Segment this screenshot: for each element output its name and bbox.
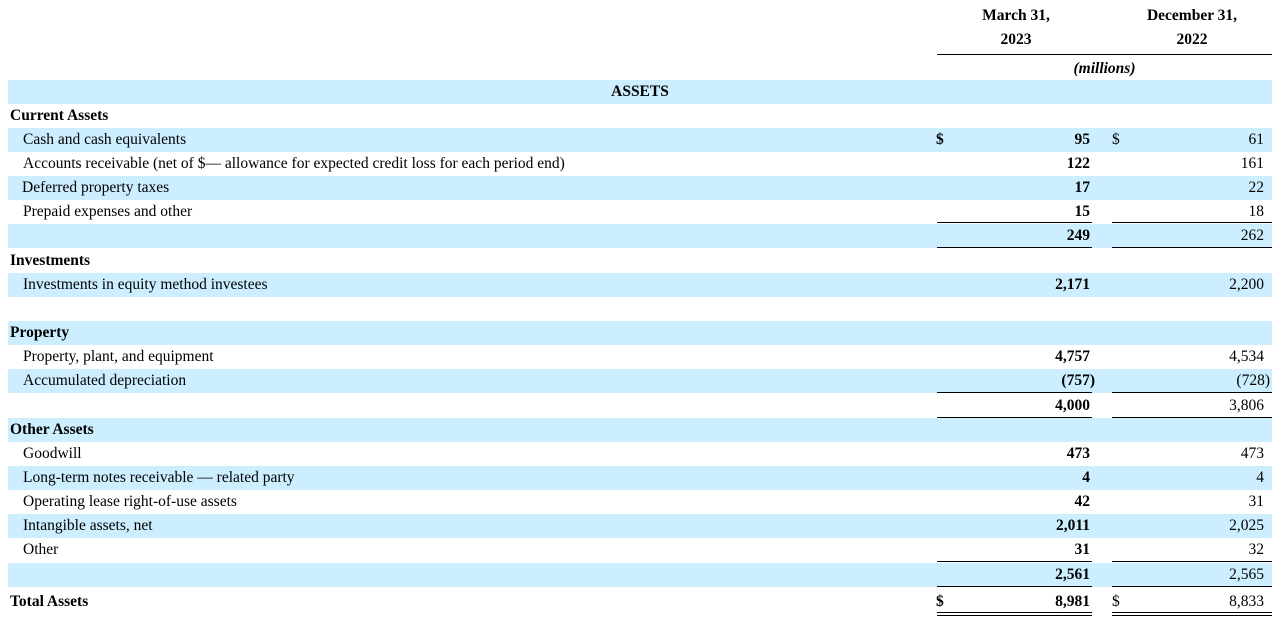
section-header-row: Property [8, 321, 1272, 345]
table-row: Property, plant, and equipment 4,757 4,5… [8, 345, 1272, 369]
row-label: Other [23, 541, 59, 558]
value-2023: 31 [1074, 541, 1091, 558]
table-row: Intangible assets, net 2,011 2,025 [8, 514, 1272, 538]
subtotal-2023: 4,000 [1055, 397, 1090, 414]
column-header-december-2022: December 31, 2022 [1112, 4, 1272, 52]
section-label: Investments [10, 252, 91, 269]
value-2022: 4 [1256, 469, 1264, 486]
row-label: Intangible assets, net [23, 517, 153, 534]
value-2022: 18 [1248, 203, 1265, 220]
value-2022: (728) [1236, 372, 1270, 389]
value-2023: 122 [1066, 155, 1090, 172]
total-row: Total Assets $ 8,981 $ 8,833 [8, 590, 1272, 614]
row-label: Cash and cash equivalents [23, 131, 187, 148]
total-2022: 8,833 [1229, 593, 1264, 610]
double-rule [1112, 612, 1272, 613]
subtotal-2023: 2,561 [1055, 566, 1090, 583]
subtotal-rule [1112, 247, 1272, 248]
value-2023: 473 [1066, 445, 1090, 462]
spacer-row [8, 297, 1272, 321]
row-label: Investments in equity method investees [23, 276, 268, 293]
section-label: Other Assets [10, 421, 94, 438]
subtotal-rule [1112, 222, 1272, 223]
table-row: Operating lease right-of-use assets 42 3… [8, 490, 1272, 514]
subtotal-2022: 262 [1240, 227, 1264, 244]
value-2022: 473 [1240, 445, 1264, 462]
value-2023: (757) [1061, 372, 1095, 389]
value-2022: 32 [1248, 541, 1265, 558]
value-2022: 61 [1248, 131, 1265, 148]
subtotal-2023: 249 [1066, 227, 1090, 244]
page-title: ASSETS [611, 83, 669, 100]
row-label: Property, plant, and equipment [23, 348, 214, 365]
table-row: Long-term notes receivable — related par… [8, 466, 1272, 490]
subtotal-rule [937, 586, 1092, 587]
section-header-row: Current Assets [8, 104, 1272, 128]
value-2022: 22 [1248, 179, 1265, 196]
row-label: Long-term notes receivable — related par… [23, 469, 295, 486]
subtotal-rule [937, 561, 1092, 562]
value-2022: 161 [1240, 155, 1264, 172]
value-2023: 4,757 [1055, 348, 1090, 365]
table-row: Investments in equity method investees 2… [8, 273, 1272, 297]
value-2023: 42 [1074, 493, 1091, 510]
subtotal-2022: 2,565 [1229, 566, 1264, 583]
subtotal-2022: 3,806 [1229, 397, 1264, 414]
column-header-line1: March 31, [982, 7, 1050, 24]
table-row: Other 31 32 [8, 538, 1272, 562]
column-header-line2: 2022 [1176, 31, 1208, 48]
value-2023: 2,011 [1055, 517, 1090, 534]
table-row: Prepaid expenses and other 15 18 [8, 200, 1272, 224]
subtotal-row: 4,000 3,806 [8, 394, 1272, 418]
double-rule [1112, 615, 1272, 616]
subtotal-row: 2,561 2,565 [8, 563, 1272, 587]
value-2022: 4,534 [1229, 348, 1264, 365]
subtotal-rule [1112, 586, 1272, 587]
row-label: Prepaid expenses and other [23, 203, 193, 220]
row-label: Operating lease right-of-use assets [23, 493, 237, 510]
subtotal-rule [937, 392, 1092, 393]
value-2022: 2,200 [1229, 276, 1264, 293]
section-label: Current Assets [10, 107, 109, 124]
subtotal-row: 249 262 [8, 224, 1272, 248]
section-title-row: ASSETS [8, 80, 1272, 104]
total-2023: 8,981 [1055, 593, 1090, 610]
row-label: Total Assets [10, 593, 89, 610]
section-label: Property [10, 324, 70, 341]
section-header-row: Other Assets [8, 418, 1272, 442]
value-2023: 4 [1082, 469, 1090, 486]
value-2023: 2,171 [1055, 276, 1090, 293]
table-row: Accounts receivable (net of $— allowance… [8, 152, 1272, 176]
row-label: Accumulated depreciation [23, 372, 187, 389]
double-rule [937, 615, 1092, 616]
table-row: Cash and cash equivalents $ 95 $ 61 [8, 128, 1272, 152]
subtotal-rule [1112, 392, 1272, 393]
table-row: Deferred property taxes 17 22 [8, 176, 1272, 200]
row-label: Goodwill [23, 445, 82, 462]
row-label: Accounts receivable (net of $— allowance… [23, 155, 565, 172]
value-2023: 15 [1074, 203, 1091, 220]
column-header-line1: December 31, [1146, 7, 1238, 24]
subtotal-rule [1112, 561, 1272, 562]
value-2022: 2,025 [1229, 517, 1264, 534]
double-rule [937, 612, 1092, 613]
value-2022: 31 [1248, 493, 1265, 510]
table-row: Goodwill 473 473 [8, 442, 1272, 466]
value-2023: 17 [1074, 179, 1091, 196]
subtotal-rule [937, 247, 1092, 248]
subtotal-rule [937, 222, 1092, 223]
section-header-row: Investments [8, 249, 1272, 273]
row-label: Deferred property taxes [22, 179, 170, 196]
value-2023: 95 [1074, 131, 1091, 148]
units-label: (millions) [1073, 60, 1136, 77]
column-header-march-2023: March 31, 2023 [937, 4, 1095, 52]
header-rule [937, 54, 1272, 55]
table-row: Accumulated depreciation (757) (728) [8, 369, 1272, 393]
column-header-line2: 2023 [1000, 31, 1032, 48]
